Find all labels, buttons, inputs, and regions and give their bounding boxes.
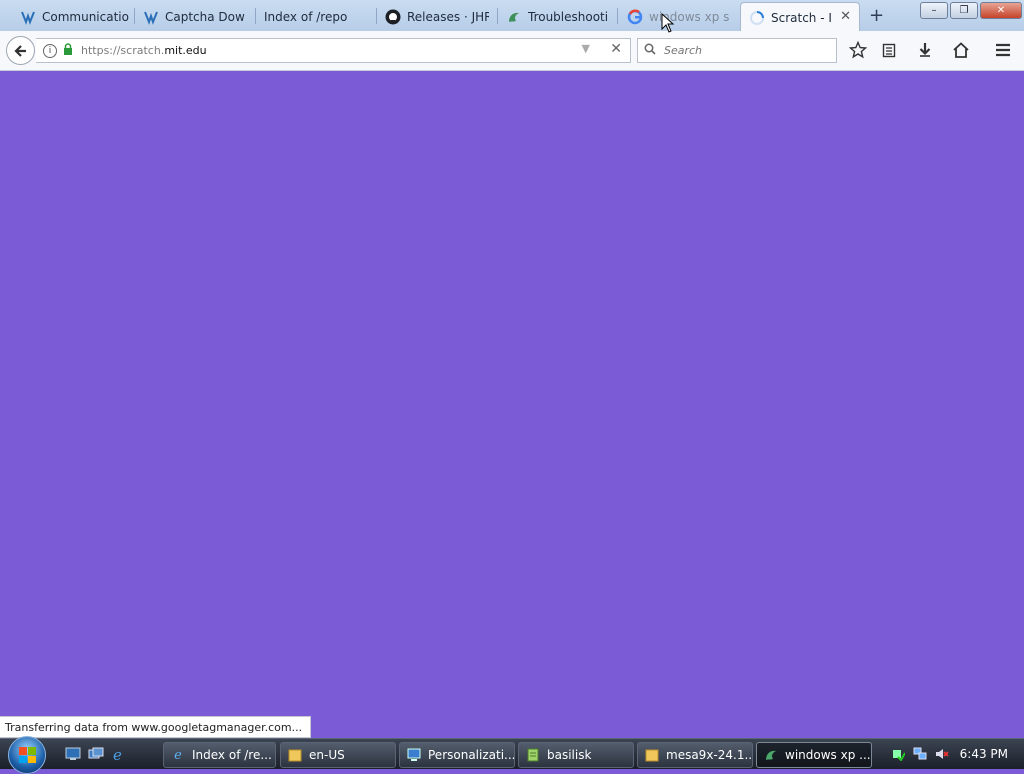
tab-separator — [617, 8, 618, 24]
tab-separator — [134, 8, 135, 24]
ie-quicklaunch-icon[interactable]: e — [110, 745, 128, 763]
loading-icon — [749, 10, 765, 26]
home-icon[interactable] — [949, 39, 973, 61]
search-input[interactable] — [662, 43, 826, 58]
tab-captcha[interactable]: Captcha Dow — [143, 3, 248, 31]
navigation-bar: i https://scratch.mit.edu ▼ ✕ — [0, 31, 1024, 71]
site-info-icon[interactable]: i — [43, 43, 57, 58]
tab-label: Index of /repo — [264, 10, 348, 24]
basilisk-icon — [506, 9, 522, 25]
basilisk-icon — [763, 747, 779, 763]
taskbar-item-index[interactable]: e Index of /re... — [163, 742, 276, 768]
tab-index-of-repo[interactable]: Index of /repo — [264, 3, 369, 31]
url-dropdown-icon[interactable]: ▼ — [582, 42, 590, 55]
tab-releases[interactable]: Releases · JHRo — [385, 3, 489, 31]
taskbar-item-label: en-US — [309, 748, 345, 762]
taskbar-item-label: windows xp ... — [785, 748, 871, 762]
lock-icon[interactable] — [63, 43, 73, 58]
network-icon[interactable] — [912, 746, 928, 762]
maximize-button[interactable]: ❐ — [950, 2, 978, 19]
new-tab-button[interactable]: + — [869, 5, 884, 26]
tab-separator — [255, 8, 256, 24]
tab-separator — [376, 8, 377, 24]
tab-close-icon[interactable]: ✕ — [840, 9, 851, 24]
search-icon — [644, 43, 656, 58]
url-prefix: https://scratch. — [81, 44, 165, 57]
taskbar-item-label: Index of /re... — [192, 748, 272, 762]
clock[interactable]: 6:43 PM — [960, 747, 1008, 761]
tab-label: Troubleshooti — [528, 10, 609, 24]
folder-icon — [644, 747, 660, 763]
status-bar: Transferring data from www.googletagmana… — [0, 716, 312, 738]
taskbar-item-label: basilisk — [547, 748, 592, 762]
url-text[interactable]: https://scratch.mit.edu — [81, 44, 207, 57]
back-button[interactable] — [6, 36, 35, 65]
bookmark-star-icon[interactable] — [846, 39, 870, 61]
taskbar-item-personalization[interactable]: Personalizati... — [399, 742, 515, 768]
svg-text:e: e — [113, 746, 122, 762]
stop-loading-icon[interactable]: ✕ — [610, 41, 622, 57]
tab-separator — [497, 8, 498, 24]
taskbar: e e Index of /re... en-US Personalizati.… — [0, 736, 1024, 774]
minimize-button[interactable]: – — [920, 2, 948, 19]
tab-label: Releases · JHRo — [407, 10, 489, 24]
switch-windows-icon[interactable] — [87, 745, 105, 763]
page-content — [0, 71, 1024, 738]
status-text: Transferring data from www.googletagmana… — [5, 720, 303, 734]
tab-communication[interactable]: Communicatio — [20, 3, 130, 31]
start-button[interactable] — [8, 736, 46, 774]
webmin-icon — [143, 9, 159, 25]
github-icon — [385, 9, 401, 25]
taskbar-item-windows-xp[interactable]: windows xp ... — [756, 742, 872, 768]
webmin-icon — [20, 9, 36, 25]
tab-scratch[interactable]: Scratch - I ✕ — [740, 2, 860, 32]
search-bar[interactable] — [637, 38, 837, 63]
url-domain: mit.edu — [164, 44, 207, 57]
bookmarks-menu-icon[interactable] — [877, 39, 901, 61]
tab-windows-xp[interactable]: windows xp sp — [627, 3, 730, 31]
tab-troubleshooting[interactable]: Troubleshooti — [506, 3, 610, 31]
url-bar[interactable]: i https://scratch.mit.edu ▼ ✕ — [36, 38, 631, 63]
display-icon — [406, 747, 422, 763]
notepad-icon — [525, 747, 541, 763]
window-controls: – ❐ ✕ — [920, 2, 1022, 19]
taskbar-item-label: Personalizati... — [428, 748, 515, 762]
tab-label: Captcha Dow — [165, 10, 245, 24]
windows-logo-icon — [19, 747, 36, 763]
show-desktop-icon[interactable] — [64, 745, 82, 763]
google-icon — [627, 9, 643, 25]
tab-label: Communicatio — [42, 10, 129, 24]
taskbar-item-basilisk[interactable]: basilisk — [518, 742, 634, 768]
tab-label: Scratch - I — [771, 10, 832, 25]
safely-remove-hardware-icon[interactable] — [890, 746, 906, 762]
back-arrow-icon — [13, 44, 26, 57]
taskbar-item-en-us[interactable]: en-US — [280, 742, 396, 768]
volume-muted-icon[interactable] — [934, 746, 950, 762]
taskbar-item-label: mesa9x-24.1... — [666, 748, 753, 762]
menu-hamburger-icon[interactable] — [991, 39, 1015, 61]
folder-icon — [287, 747, 303, 763]
system-tray: 6:43 PM — [890, 739, 1024, 769]
taskbar-item-mesa[interactable]: mesa9x-24.1... — [637, 742, 753, 768]
tab-strip: Communicatio Captcha Dow Index of /repo … — [0, 0, 1024, 32]
ie-icon: e — [174, 747, 182, 763]
download-icon[interactable] — [913, 39, 937, 61]
close-window-button[interactable]: ✕ — [980, 2, 1022, 19]
